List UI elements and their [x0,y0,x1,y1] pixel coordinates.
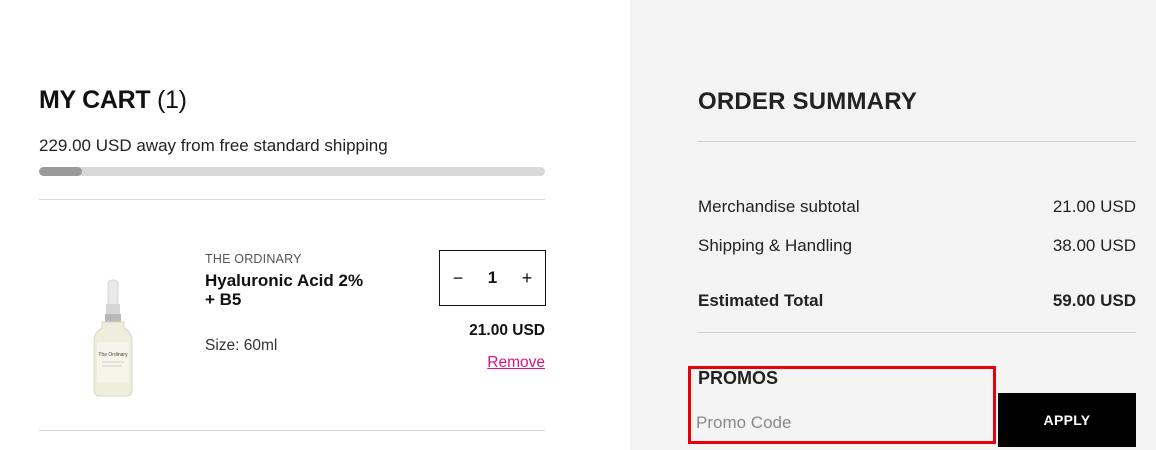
cart-item-count: (1) [156,86,187,114]
remove-item-link[interactable]: Remove [487,354,545,372]
divider [698,332,1136,333]
cart-title-text: MY CART [39,86,151,114]
summary-row-subtotal: Merchandise subtotal 21.00 USD [698,197,1136,217]
minus-icon[interactable]: − [450,268,466,289]
product-name[interactable]: Hyaluronic Acid 2% + B5 [205,271,375,309]
order-summary-panel: ORDER SUMMARY Merchandise subtotal 21.00… [630,0,1156,450]
plus-icon[interactable]: + [519,268,535,289]
summary-row-shipping: Shipping & Handling 38.00 USD [698,236,1136,256]
divider [39,199,545,200]
free-shipping-message: 229.00 USD away from free standard shipp… [39,136,388,155]
divider [698,141,1136,142]
subtotal-label: Merchandise subtotal [698,197,860,216]
shipping-progress-bar [39,167,545,176]
total-value: 59.00 USD [1052,291,1136,310]
summary-row-total: Estimated Total 59.00 USD [698,291,1136,311]
total-label: Estimated Total [698,291,824,310]
promos-heading: PROMOS [698,368,779,388]
shipping-label: Shipping & Handling [698,236,853,255]
cart-panel: MY CART (1) 229.00 USD away from free st… [0,0,630,450]
product-image-label: The Ordinary [98,352,128,358]
quantity-stepper: − 1 + [439,250,546,306]
quantity-value: 1 [487,268,498,287]
divider [39,430,545,431]
order-summary-title: ORDER SUMMARY [698,88,918,115]
shipping-progress-fill [39,167,82,176]
item-price: 21.00 USD [469,322,545,339]
subtotal-value: 21.00 USD [1052,197,1136,216]
apply-promo-button[interactable]: APPLY [998,393,1136,447]
promo-code-input[interactable] [696,408,996,438]
product-brand: THE ORDINARY [205,252,302,266]
product-image[interactable]: The Ordinary [88,278,138,398]
shipping-value: 38.00 USD [1052,236,1136,255]
product-size: Size: 60ml [205,337,278,354]
cart-title: MY CART (1) [39,86,187,115]
